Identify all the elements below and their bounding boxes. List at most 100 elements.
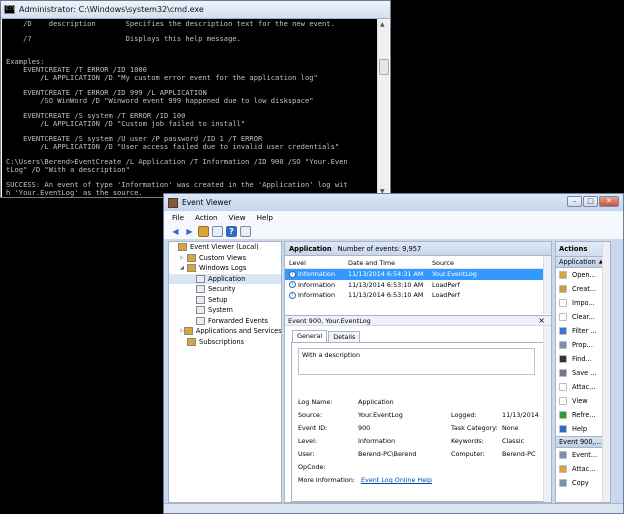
level-cell: i Information xyxy=(285,281,348,289)
expander-icon[interactable]: ◢ xyxy=(180,265,187,271)
cmd-scrollbar[interactable]: ▲ ▼ xyxy=(377,19,389,197)
forward-arrow-icon[interactable]: ▶ xyxy=(184,226,195,237)
tab-details[interactable]: Details xyxy=(328,331,361,342)
level-text: Information xyxy=(298,280,335,289)
source-cell: Your.EventLog xyxy=(432,270,477,279)
info-icon: i xyxy=(289,281,296,289)
action-pane-icon[interactable] xyxy=(240,226,251,237)
tree-item[interactable]: ▷Applications and Services Lo xyxy=(169,326,281,337)
date-cell: 11/13/2014 6:54:31 AM xyxy=(348,270,424,279)
cmd-title-bar[interactable]: C:\ Administrator: C:\Windows\system32\c… xyxy=(1,1,390,19)
event-list-scrollbar[interactable] xyxy=(543,256,551,314)
event-description[interactable]: With a description xyxy=(298,348,535,375)
action-label: Open... xyxy=(572,271,596,279)
tree-item[interactable]: Event Viewer (Local) xyxy=(169,242,281,253)
folder-icon xyxy=(178,243,187,252)
table-row[interactable]: i Information 11/13/2014 6:54:31 AM Your.Ev… xyxy=(285,269,551,280)
tree-item-label: Applications and Services Lo xyxy=(195,327,282,336)
show-hide-tree-icon[interactable] xyxy=(212,226,223,237)
folder-icon xyxy=(559,271,567,279)
event-viewer-icon xyxy=(168,197,178,208)
tree-item[interactable]: Setup xyxy=(169,295,281,306)
refresh-icon xyxy=(559,411,567,419)
level-label: Level: xyxy=(298,437,318,445)
folder-icon xyxy=(196,274,205,283)
scroll-up-icon[interactable]: ▲ xyxy=(380,21,385,28)
attach-icon xyxy=(559,465,567,473)
help-icon[interactable]: ? xyxy=(226,226,237,237)
folder-icon xyxy=(187,337,196,346)
action-label: Save ... xyxy=(572,369,597,377)
properties-icon xyxy=(559,341,567,349)
tree-item-label: Event Viewer (Local) xyxy=(190,243,259,252)
close-icon[interactable]: × xyxy=(538,316,545,325)
tree-item-label: Forwarded Events xyxy=(208,316,269,325)
menu-help[interactable]: Help xyxy=(257,213,273,222)
level-cell: i Information xyxy=(285,291,348,299)
detail-tabs: General Details xyxy=(292,330,361,342)
tree-item[interactable]: Subscriptions xyxy=(169,337,281,348)
action-label: View xyxy=(572,397,588,405)
tree-item-label: Security xyxy=(208,285,236,294)
level-cell: i Information xyxy=(285,270,348,278)
level-value: Information xyxy=(358,437,395,445)
actions-scrollbar[interactable] xyxy=(602,242,610,502)
minimize-button[interactable]: – xyxy=(567,196,582,207)
back-arrow-icon[interactable]: ◀ xyxy=(170,226,181,237)
task-label: Task Category: xyxy=(451,424,498,432)
detail-scrollbar[interactable] xyxy=(543,326,551,502)
ev-title-bar[interactable]: Event Viewer – □ ✕ xyxy=(164,194,623,211)
task-value: None xyxy=(502,424,519,432)
event-id-label: Event ID: xyxy=(298,424,328,432)
table-row[interactable]: i Information 11/13/2014 6:53:10 AM LoadPer… xyxy=(285,290,551,301)
menu-view[interactable]: View xyxy=(229,213,246,222)
center-pane: Application Number of events: 9,957 Leve… xyxy=(284,241,552,503)
menu-action[interactable]: Action xyxy=(195,213,218,222)
actions-section-label: Application xyxy=(559,258,596,266)
console-line: /? Displays this help message. xyxy=(6,34,241,44)
date-cell: 11/13/2014 6:53:10 AM xyxy=(348,280,424,289)
event-log-help-link[interactable]: Event Log Online Help xyxy=(361,476,432,484)
tree-item[interactable]: Forwarded Events xyxy=(169,316,281,327)
keywords-label: Keywords: xyxy=(451,437,484,445)
col-source[interactable]: Source xyxy=(432,259,522,267)
table-row[interactable]: i Information 11/13/2014 6:53:10 AM LoadPer… xyxy=(285,280,551,291)
folder-icon xyxy=(196,285,205,294)
action-label: Copy xyxy=(572,479,589,487)
folder-icon xyxy=(196,295,205,304)
toolbar: ◀ ▶ ? xyxy=(164,224,623,240)
tree-item-label: Application xyxy=(208,274,246,283)
log-name-value: Application xyxy=(358,398,394,406)
log-name: Application xyxy=(289,244,332,253)
info-icon: i xyxy=(289,270,296,278)
info-icon: i xyxy=(289,291,296,299)
tree-item[interactable]: ◢ Windows Logs xyxy=(169,263,281,274)
detail-header: Event 900, Your.EventLog × xyxy=(285,315,551,326)
action-label: Impo... xyxy=(572,299,595,307)
tree-item[interactable]: Security xyxy=(169,284,281,295)
tree-item[interactable]: ▷ Custom Views xyxy=(169,253,281,264)
level-text: Information xyxy=(298,291,335,300)
cmd-icon: C:\ xyxy=(4,5,16,14)
maximize-button[interactable]: □ xyxy=(583,196,598,207)
computer-value: Berend-PC xyxy=(502,450,536,458)
action-label: Prop... xyxy=(572,341,593,349)
expander-icon[interactable]: ▷ xyxy=(180,255,187,261)
close-button[interactable]: ✕ xyxy=(599,196,619,207)
col-level[interactable]: Level xyxy=(285,259,348,267)
col-date[interactable]: Date and Time xyxy=(348,259,432,267)
action-label: Refre... xyxy=(572,411,596,419)
tab-general[interactable]: General xyxy=(292,330,328,342)
menu-file[interactable]: File xyxy=(172,213,184,222)
cmd-scroll-thumb[interactable] xyxy=(379,59,389,75)
cmd-console[interactable]: /D description Specifies the description… xyxy=(2,19,378,197)
up-folder-icon[interactable] xyxy=(198,226,209,237)
tree-item[interactable]: System xyxy=(169,305,281,316)
tree-item-label: System xyxy=(208,306,233,315)
tree-item[interactable]: Application xyxy=(169,273,281,284)
log-name-label: Log Name: xyxy=(298,398,333,406)
tree-item-label: Subscriptions xyxy=(199,337,245,346)
status-bar xyxy=(164,503,623,513)
log-header: Application Number of events: 9,957 xyxy=(285,242,551,256)
